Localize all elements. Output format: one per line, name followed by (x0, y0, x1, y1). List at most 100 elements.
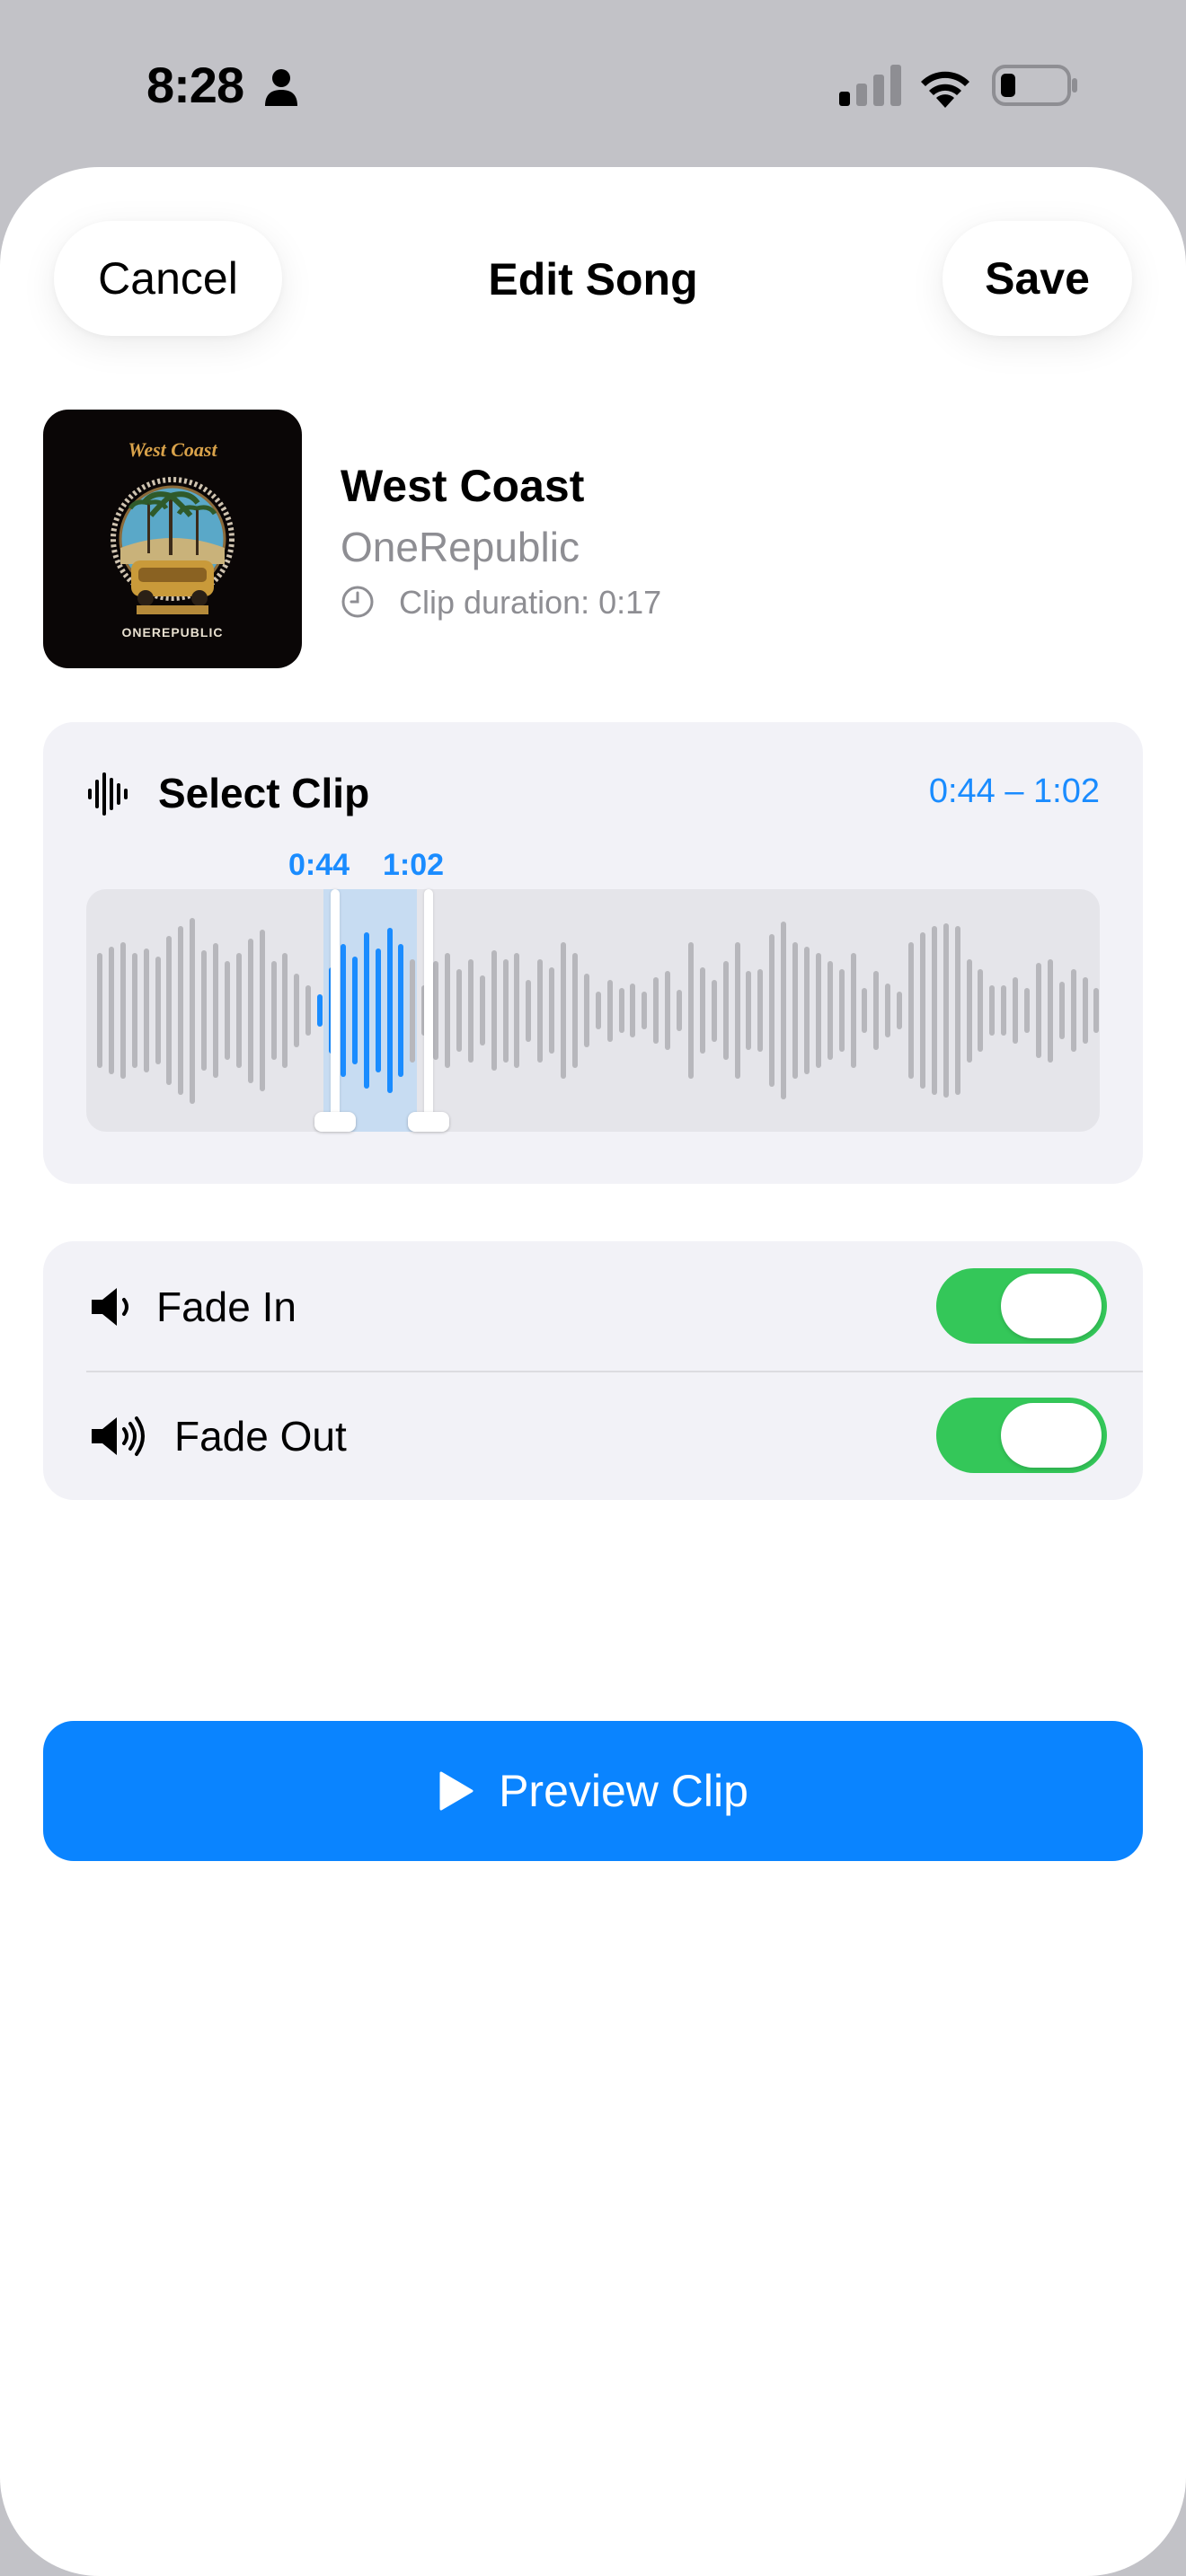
waveform-bar (815, 952, 821, 1069)
preview-clip-label: Preview Clip (499, 1766, 748, 1816)
waveform-bar (838, 969, 845, 1052)
waveform-bar (259, 930, 265, 1091)
waveform-bar (351, 957, 358, 1064)
waveform-bar (119, 942, 126, 1079)
waveform-bar (642, 992, 648, 1029)
waveform-bar (1070, 969, 1076, 1052)
waveform-bar (270, 960, 277, 1061)
preview-clip-button[interactable]: Preview Clip (43, 1721, 1143, 1861)
waveform-bar (1013, 977, 1019, 1044)
waveform-bar (317, 993, 323, 1028)
person-icon (265, 69, 297, 106)
fade-out-row: Fade Out (43, 1371, 1143, 1500)
waveform-bar (386, 928, 393, 1093)
waveform-bar (410, 958, 416, 1063)
waveform-bar (885, 984, 891, 1037)
waveform-bar (781, 922, 787, 1099)
waveform-bar (978, 969, 984, 1052)
waveform-bar (897, 992, 903, 1029)
waveform-bar (769, 933, 775, 1088)
play-icon (439, 1771, 474, 1811)
waveform-bar (850, 952, 856, 1069)
waveform-bar (514, 952, 520, 1069)
end-handle[interactable] (424, 889, 433, 1125)
waveform-bar (908, 942, 914, 1079)
speaker-high-icon (92, 1416, 145, 1456)
clock-icon (341, 586, 374, 618)
fade-in-toggle[interactable] (936, 1268, 1107, 1344)
album-artwork: West Coast ONEREPUBLIC (43, 410, 302, 668)
waveform-bar (561, 942, 566, 1079)
song-artist: OneRepublic (341, 524, 580, 570)
waveform-bar (919, 931, 925, 1090)
waveform-bar (954, 925, 960, 1096)
artwork-title-text: West Coast (128, 438, 217, 461)
fade-in-toggle-knob (1001, 1274, 1102, 1338)
waveform-bar (1082, 977, 1088, 1044)
waveform-bar (479, 975, 485, 1046)
waveform-bar (1058, 981, 1065, 1040)
waveform-bar (746, 971, 752, 1050)
waveform-bar (1047, 958, 1053, 1063)
waveform-bar (155, 957, 161, 1064)
clip-duration-text: Clip duration: 0:17 (399, 584, 662, 621)
fade-in-label: Fade In (156, 1284, 296, 1330)
waveform-bar (722, 960, 729, 1061)
waveform-bar (340, 944, 346, 1077)
fade-out-label: Fade Out (174, 1413, 347, 1460)
waveform-bar (433, 960, 439, 1061)
waveform-bar (247, 938, 253, 1083)
artwork-medallion-image (111, 477, 235, 614)
waveform-bar (282, 952, 288, 1069)
waveform-bar (583, 973, 589, 1048)
waveform-icon (88, 772, 128, 816)
waveform-bar (549, 966, 555, 1054)
wifi-icon (921, 71, 969, 108)
waveform-bar (1024, 987, 1030, 1034)
waveform-bar (943, 923, 949, 1098)
edit-song-sheet: Cancel Edit Song Save West Coast ONEREPU… (0, 167, 1186, 2576)
start-handle[interactable] (331, 889, 340, 1125)
waveform-bar (734, 942, 740, 1079)
waveform-bar (305, 985, 312, 1036)
waveform-bar (294, 973, 300, 1048)
waveform-bar (363, 931, 369, 1090)
clip-range-text: 0:44 – 1:02 (928, 772, 1100, 810)
waveform-bar (873, 971, 880, 1050)
waveform-bar (1035, 963, 1041, 1058)
waveform-bar (143, 948, 149, 1072)
end-handle-knob[interactable] (408, 1112, 449, 1132)
cellular-signal-icon (839, 65, 901, 106)
waveform-bar (97, 952, 102, 1069)
waveform-scrubber[interactable] (86, 889, 1100, 1132)
battery-icon (992, 65, 1077, 106)
fade-settings-card: Fade In Fade Out (43, 1241, 1143, 1500)
waveform-bar (931, 925, 937, 1096)
fade-out-toggle[interactable] (936, 1398, 1107, 1473)
waveform-bar (699, 966, 705, 1054)
start-time-label: 0:44 (288, 848, 350, 882)
start-handle-knob[interactable] (314, 1112, 356, 1132)
status-time: 8:28 (146, 57, 244, 113)
waveform-bar (630, 984, 636, 1037)
waveform-bar (445, 952, 450, 1069)
waveform-bar (235, 952, 242, 1069)
fade-in-row: Fade In (43, 1241, 1143, 1371)
waveform-bar (711, 979, 717, 1042)
waveform-bar (989, 985, 996, 1036)
waveform-bar (375, 948, 381, 1072)
waveform-bar (456, 969, 462, 1052)
fade-out-toggle-knob (1001, 1403, 1102, 1468)
speaker-low-icon (92, 1288, 128, 1326)
save-button[interactable]: Save (943, 221, 1132, 336)
end-time-label: 1:02 (383, 848, 445, 882)
waveform-bar (178, 925, 184, 1096)
waveform-bar (757, 969, 764, 1052)
waveform-bar (606, 979, 613, 1042)
waveform-bar (595, 992, 601, 1029)
waveform-bar (677, 990, 682, 1031)
waveform-bar (687, 942, 694, 1079)
waveform-bar (398, 944, 404, 1077)
waveform-bar (966, 958, 972, 1063)
waveform-bar (108, 946, 114, 1075)
